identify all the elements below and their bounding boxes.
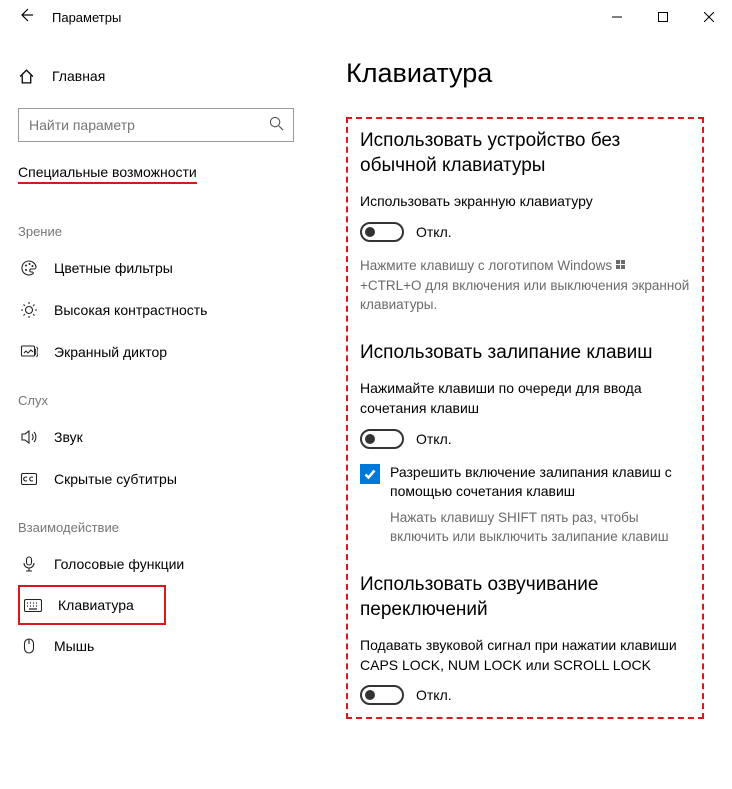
mic-icon bbox=[20, 555, 48, 573]
search-wrapper bbox=[18, 108, 314, 142]
home-label: Главная bbox=[52, 68, 105, 84]
toggle-osk-state: Откл. bbox=[416, 224, 452, 240]
nav-label: Мышь bbox=[54, 638, 94, 654]
keyboard-icon bbox=[24, 599, 52, 612]
toggle-togglekeys[interactable] bbox=[360, 685, 404, 705]
category-hearing: Слух bbox=[18, 393, 314, 408]
page-title: Клавиатура bbox=[346, 58, 704, 89]
mouse-icon bbox=[20, 637, 48, 655]
section-accessibility: Специальные возможности bbox=[18, 164, 197, 184]
nav-label: Высокая контрастность bbox=[54, 302, 207, 318]
label-osk: Использовать экранную клавиатуру bbox=[360, 192, 690, 212]
nav-label: Голосовые функции bbox=[54, 556, 184, 572]
search-input[interactable] bbox=[18, 108, 294, 142]
toggle-togglekeys-state: Откл. bbox=[416, 687, 452, 703]
narrator-icon bbox=[20, 343, 48, 361]
home-icon bbox=[18, 68, 42, 85]
nav-keyboard[interactable]: Клавиатура bbox=[18, 585, 166, 625]
palette-icon bbox=[20, 259, 48, 277]
titlebar: Параметры bbox=[0, 0, 732, 34]
nav-label: Звук bbox=[54, 429, 83, 445]
toggle-osk[interactable] bbox=[360, 222, 404, 242]
nav-mouse[interactable]: Мышь bbox=[18, 625, 314, 667]
nav-high-contrast[interactable]: Высокая контрастность bbox=[18, 289, 314, 331]
window-title: Параметры bbox=[52, 10, 121, 25]
minimize-button[interactable] bbox=[594, 1, 640, 33]
sidebar: Главная Специальные возможности Зрение Ц… bbox=[0, 34, 322, 789]
label-togglekeys: Подавать звуковой сигнал при нажатии кла… bbox=[360, 636, 690, 675]
category-interaction: Взаимодействие bbox=[18, 520, 314, 535]
toggle-sticky[interactable] bbox=[360, 429, 404, 449]
search-icon bbox=[269, 116, 284, 135]
nav-label: Клавиатура bbox=[58, 597, 134, 613]
nav-speech[interactable]: Голосовые функции bbox=[18, 543, 314, 585]
contrast-icon bbox=[20, 301, 48, 319]
checkbox-sticky-shortcut[interactable] bbox=[360, 464, 380, 484]
windows-logo-icon bbox=[616, 260, 626, 270]
hint-osk: Нажмите клавишу с логотипом Windows +CTR… bbox=[360, 256, 690, 315]
content-pane: Клавиатура Использовать устройство без о… bbox=[322, 34, 732, 789]
nav-narrator[interactable]: Экранный диктор bbox=[18, 331, 314, 373]
toggle-sticky-state: Откл. bbox=[416, 431, 452, 447]
back-button[interactable] bbox=[10, 7, 42, 28]
checkbox-sticky-label: Разрешить включение залипания клавиш с п… bbox=[390, 463, 690, 502]
category-vision: Зрение bbox=[18, 224, 314, 239]
nav-closed-captions[interactable]: Скрытые субтитры bbox=[18, 458, 314, 500]
nav-label: Скрытые субтитры bbox=[54, 471, 177, 487]
close-button[interactable] bbox=[686, 1, 732, 33]
cc-icon bbox=[20, 470, 48, 488]
nav-label: Цветные фильтры bbox=[54, 260, 173, 276]
heading-sticky: Использовать залипание клавиш bbox=[360, 341, 690, 366]
nav-label: Экранный диктор bbox=[54, 344, 167, 360]
heading-osk: Использовать устройство без обычной клав… bbox=[360, 129, 690, 178]
highlighted-region: Использовать устройство без обычной клав… bbox=[346, 117, 704, 719]
nav-sound[interactable]: Звук bbox=[18, 416, 314, 458]
label-sticky: Нажимайте клавиши по очереди для ввода с… bbox=[360, 379, 690, 418]
speaker-icon bbox=[20, 428, 48, 446]
hint-sticky: Нажать клавишу SHIFT пять раз, чтобы вкл… bbox=[390, 508, 690, 547]
home-link[interactable]: Главная bbox=[18, 58, 314, 94]
maximize-button[interactable] bbox=[640, 1, 686, 33]
nav-color-filters[interactable]: Цветные фильтры bbox=[18, 247, 314, 289]
heading-togglekeys: Использовать озвучивание переключений bbox=[360, 573, 690, 622]
